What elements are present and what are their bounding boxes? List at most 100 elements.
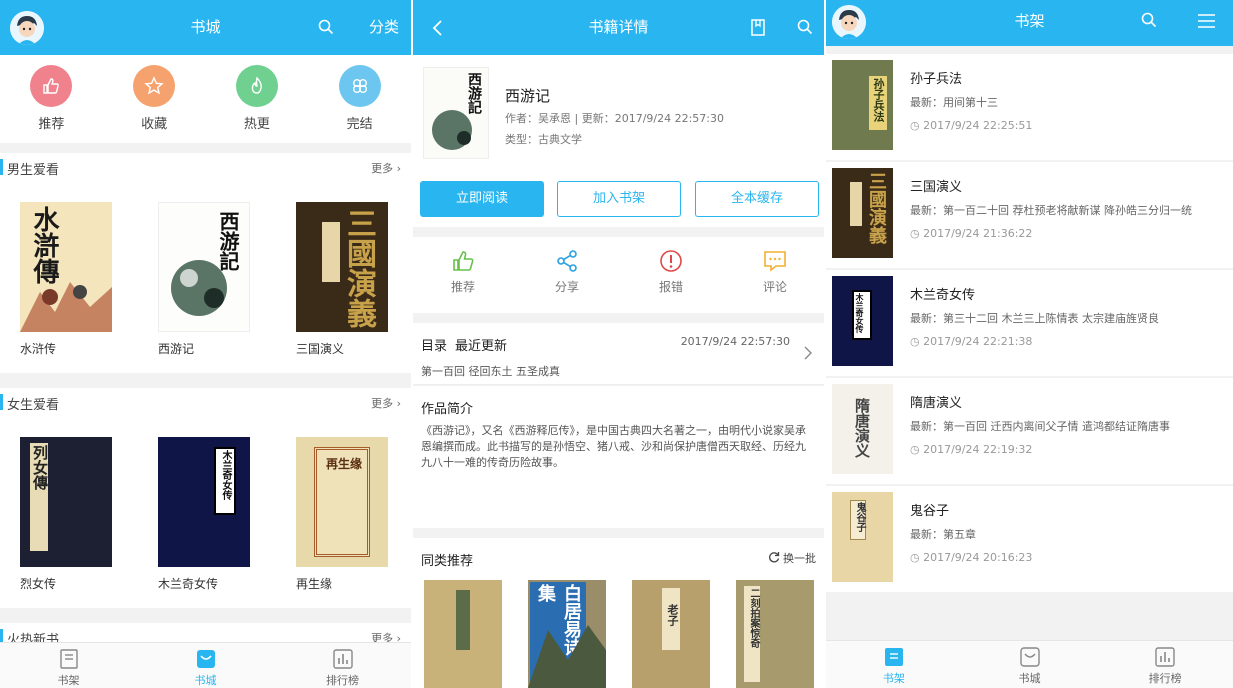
- thumbs-up-icon: [30, 65, 73, 107]
- shelf-book-row[interactable]: 木兰奇女传 木兰奇女传 最新：第三十二回 木兰三上陈情表 太宗建庙旌贤良 ◷ 2…: [826, 270, 1233, 376]
- shopping-bag-icon: [1019, 647, 1040, 667]
- book-name: 三国演义: [296, 342, 345, 356]
- action-bar: 推荐 分享 报错 评论: [413, 237, 824, 313]
- similar-book-cover[interactable]: 白居易诗全集: [528, 580, 606, 688]
- action-label: 报错: [658, 280, 683, 294]
- section-title: 女生爱看: [7, 398, 60, 413]
- bar-chart-icon: [332, 649, 353, 669]
- book-title: 西游记: [505, 87, 551, 105]
- bottom-nav: 书架 书城 排行榜: [0, 642, 411, 688]
- store-screen: 书城 分类 推荐 收藏 热更 完结 男生爱看 更多 › 水滸傳 水浒传 西游記 …: [0, 0, 411, 688]
- shelf-book-row[interactable]: 孙子兵法 孙子兵法 最新：用间第十三 ◷ 2017/9/24 22:25:51: [826, 54, 1233, 160]
- update-time: ◷ 2017/9/24 22:19:32: [910, 443, 1033, 456]
- refresh-button[interactable]: 换一批: [768, 550, 816, 566]
- report-action[interactable]: 报错: [641, 249, 701, 295]
- book-card[interactable]: 三國演義 三国演义: [296, 202, 392, 357]
- book-cover: 隋唐演义: [832, 384, 893, 474]
- search-icon[interactable]: [797, 19, 813, 39]
- latest-chapter: 第一百回 径回东土 五圣成真: [421, 365, 560, 378]
- recommend-action[interactable]: 推荐: [433, 249, 493, 295]
- quick-hot[interactable]: 热更: [222, 65, 292, 132]
- book-name: 西游记: [158, 342, 195, 356]
- nav-store[interactable]: 书城: [962, 641, 1098, 688]
- similar-book-cover[interactable]: 二刻拍案惊奇: [736, 580, 814, 688]
- book-cover: 木兰奇女传: [832, 276, 893, 366]
- refresh-icon: [768, 552, 779, 563]
- similar-book-cover[interactable]: [424, 580, 502, 688]
- add-to-shelf-button[interactable]: 加入书架: [557, 181, 681, 217]
- star-icon: [133, 65, 176, 107]
- book-card[interactable]: 水滸傳 水浒传: [20, 202, 116, 357]
- latest-chapter: 最新：第五章: [910, 528, 976, 541]
- search-icon[interactable]: [1141, 12, 1157, 32]
- book-card[interactable]: 西游記 西游记: [158, 202, 254, 357]
- chevron-right-icon: [804, 345, 812, 364]
- nav-label: 书城: [194, 674, 217, 687]
- shelf-screen: 书架 孙子兵法 孙子兵法 最新：用间第十三 ◷ 2017/9/24 22:25:…: [826, 0, 1233, 688]
- nav-rank[interactable]: 排行榜: [1097, 641, 1233, 688]
- nav-rank[interactable]: 排行榜: [274, 643, 411, 688]
- book-cover: 再生缘: [296, 437, 388, 567]
- more-link[interactable]: 更多 ›: [371, 160, 401, 176]
- thumbs-up-icon: [453, 251, 474, 271]
- book-info: 西游記 西游记 作者：吴承恩 | 更新：2017/9/24 22:57:30 类…: [413, 55, 824, 227]
- latest-chapter: 最新：第一百回 迁西内离间父子情 遣鸿都结证隋唐事: [910, 420, 1170, 433]
- category-tab[interactable]: 分类: [369, 0, 399, 55]
- shopping-bag-icon: [196, 650, 215, 668]
- shelf-book-row[interactable]: 鬼谷子 鬼谷子 最新：第五章 ◷ 2017/9/24 20:16:23: [826, 486, 1233, 592]
- book-cover: 三國演義: [832, 168, 893, 258]
- book-cover: 西游記: [158, 202, 250, 332]
- book-title: 鬼谷子: [910, 504, 950, 519]
- bookshelf-icon: [59, 649, 78, 669]
- more-link[interactable]: 更多 ›: [371, 395, 401, 411]
- shelf-header: 书架: [826, 0, 1233, 46]
- update-time: ◷ 2017/9/24 22:21:38: [910, 335, 1033, 348]
- nav-shelf[interactable]: 书架: [0, 643, 137, 688]
- nav-shelf[interactable]: 书架: [826, 641, 962, 688]
- latest-chapter: 最新：第三十二回 木兰三上陈情表 太宗建庙旌贤良: [910, 312, 1159, 325]
- book-title: 三国演义: [910, 180, 963, 195]
- action-label: 分享: [554, 280, 579, 294]
- quick-finished[interactable]: 完结: [325, 65, 395, 132]
- quick-favorite[interactable]: 收藏: [119, 65, 189, 132]
- quick-entry-bar: 推荐 收藏 热更 完结: [0, 55, 411, 143]
- comment-icon: [764, 251, 786, 272]
- share-action[interactable]: 分享: [537, 249, 597, 295]
- recent-update-label: 最近更新: [455, 339, 508, 354]
- intro-section: 作品简介 《西游记》，又名《西游释厄传》，是中国古典四大名著之一，由明代小说家吴…: [413, 386, 824, 528]
- nav-label: 书架: [882, 672, 905, 685]
- alert-icon: [660, 250, 682, 272]
- book-card[interactable]: 木兰奇女传 木兰奇女传: [158, 437, 254, 592]
- clock-icon: ◷: [910, 551, 924, 564]
- update-time: ◷ 2017/9/24 22:25:51: [910, 119, 1033, 132]
- quick-recommend[interactable]: 推荐: [16, 65, 86, 132]
- nav-label: 书城: [1018, 672, 1041, 685]
- action-label: 推荐: [450, 280, 475, 294]
- search-icon[interactable]: [318, 19, 334, 39]
- update-time: ◷ 2017/9/24 20:16:23: [910, 551, 1033, 564]
- comment-action[interactable]: 评论: [745, 249, 805, 295]
- detail-header: 书籍详情: [413, 0, 824, 55]
- quick-label: 推荐: [38, 117, 65, 132]
- bookmark-icon[interactable]: [751, 19, 765, 40]
- store-header: 书城 分类: [0, 0, 411, 55]
- quick-label: 完结: [346, 117, 373, 132]
- cache-all-button[interactable]: 全本缓存: [695, 181, 819, 217]
- book-card[interactable]: 再生缘 再生缘: [296, 437, 392, 592]
- shelf-book-row[interactable]: 隋唐演义 隋唐演义 最新：第一百回 迁西内离间父子情 遣鸿都结证隋唐事 ◷ 20…: [826, 378, 1233, 484]
- section-male: 男生爱看 更多 › 水滸傳 水浒传 西游記 西游记 三國演義 三国演义: [0, 153, 411, 373]
- similar-section: 同类推荐 换一批 白居易诗全集 老子 二刻拍案惊奇: [413, 538, 824, 688]
- book-name: 水浒传: [20, 342, 57, 356]
- read-now-button[interactable]: 立即阅读: [420, 181, 544, 217]
- catalog-row[interactable]: 目录 最近更新 2017/9/24 22:57:30 第一百回 径回东土 五圣成…: [413, 323, 824, 385]
- shelf-book-row[interactable]: 三國演義 三国演义 最新：第一百二十回 荐杜预老将献新谋 降孙皓三分归一统 ◷ …: [826, 162, 1233, 268]
- intro-title: 作品简介: [421, 402, 474, 417]
- menu-icon[interactable]: [1198, 13, 1215, 32]
- clock-icon: ◷: [910, 119, 924, 132]
- book-card[interactable]: 列女傳 烈女传: [20, 437, 116, 592]
- book-cover: 三國演義: [296, 202, 388, 332]
- similar-book-cover[interactable]: 老子: [632, 580, 710, 688]
- nav-store[interactable]: 书城: [137, 643, 274, 688]
- detail-screen: 书籍详情 西游記 西游记 作者：吴承恩 | 更新：2017/9/24 22:57…: [413, 0, 824, 688]
- clock-icon: ◷: [910, 443, 924, 456]
